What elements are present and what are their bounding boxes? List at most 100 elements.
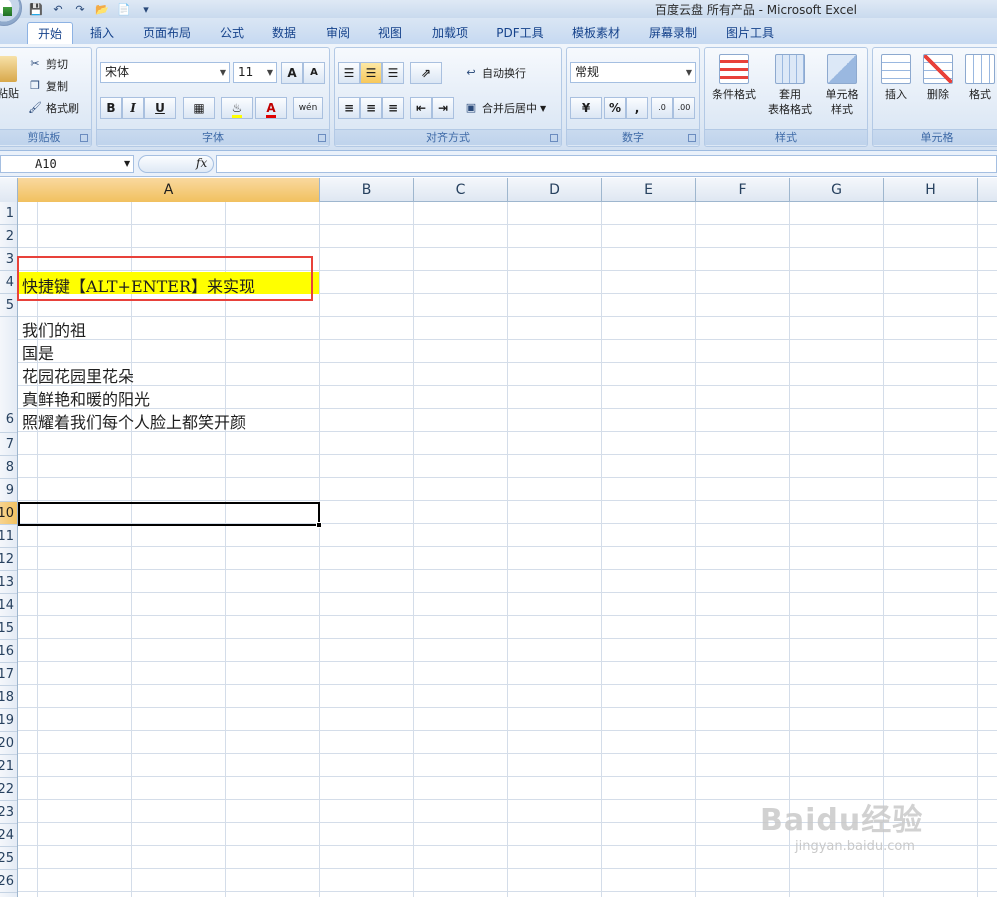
row-header-16[interactable]: 16 [0,640,17,663]
formula-input[interactable] [216,155,997,173]
row-header-17[interactable]: 17 [0,663,17,686]
tab-home[interactable]: 开始 [27,22,73,44]
row-header-18[interactable]: 18 [0,686,17,709]
insert-function-icon[interactable]: fx [196,156,207,170]
bold-button[interactable]: B [100,97,122,119]
row-header-4[interactable]: 4 [0,271,17,294]
row-header-11[interactable]: 11 [0,525,17,548]
row-header-19[interactable]: 19 [0,709,17,732]
font-color-button[interactable]: A [255,97,287,119]
row-header-8[interactable]: 8 [0,456,17,479]
row-header-13[interactable]: 13 [0,571,17,594]
column-header-f[interactable]: F [696,178,790,202]
qat-customize-icon[interactable]: ▾ [138,2,154,16]
percent-button[interactable]: % [604,97,626,119]
row-header-14[interactable]: 14 [0,594,17,617]
row-header-9[interactable]: 9 [0,479,17,502]
row-header-20[interactable]: 20 [0,732,17,755]
row-header-10[interactable]: 10 [0,502,17,525]
row-header-23[interactable]: 23 [0,801,17,824]
number-format-select[interactable]: 常规 ▼ [570,62,696,83]
column-header-d[interactable]: D [508,178,602,202]
increase-decimal-button[interactable]: .0 [651,97,673,119]
tab-insert[interactable]: 插入 [80,22,124,44]
orientation-button[interactable]: ⇗ [410,62,442,84]
column-header-h[interactable]: H [884,178,978,202]
align-bottom-button[interactable]: ☰ [382,62,404,84]
increase-indent-button[interactable]: ⇥ [432,97,454,119]
cut-button[interactable]: ✂ 剪切 [27,56,68,72]
row-header-22[interactable]: 22 [0,778,17,801]
select-all-corner[interactable] [0,178,18,202]
row-header-15[interactable]: 15 [0,617,17,640]
column-header-g[interactable]: G [790,178,884,202]
tab-page-layout[interactable]: 页面布局 [134,22,200,44]
open-folder-icon[interactable]: 📂 [94,2,110,16]
format-as-table-button[interactable]: 套用 表格格式 [763,54,817,117]
conditional-format-button[interactable]: 条件格式 [707,54,761,102]
column-header-b[interactable]: B [320,178,414,202]
clipboard-launcher-icon[interactable] [80,134,88,142]
font-launcher-icon[interactable] [318,134,326,142]
row-header-25[interactable]: 25 [0,847,17,870]
decrease-indent-button[interactable]: ⇤ [410,97,432,119]
cell-a6[interactable]: 我们的祖 国是 花园花园里花朵 真鲜艳和暖的阳光 照耀着我们每个人脸上都笑开颜 [22,319,246,434]
copy-doc-icon[interactable]: 📄 [116,2,132,16]
copy-button[interactable]: ❐ 复制 [27,78,68,94]
cell-area[interactable] [18,202,997,897]
tab-formulas[interactable]: 公式 [210,22,254,44]
wrap-text-button[interactable]: ↩ 自动换行 [463,65,526,81]
tab-screen-record[interactable]: 屏幕录制 [640,22,706,44]
chevron-down-icon[interactable]: ▼ [124,159,130,168]
font-size-select[interactable]: 11 ▼ [233,62,277,83]
cell-styles-button[interactable]: 单元格 样式 [815,54,869,117]
format-painter-button[interactable]: 🖌 格式刷 [27,100,79,116]
row-header-21[interactable]: 21 [0,755,17,778]
redo-icon[interactable]: ↷ [72,2,88,16]
column-header-e[interactable]: E [602,178,696,202]
tab-view[interactable]: 视图 [368,22,412,44]
accounting-format-button[interactable]: ¥ [570,97,602,119]
fill-color-button[interactable]: ♨ [221,97,253,119]
column-header-a[interactable]: A [18,178,320,202]
comma-button[interactable]: , [626,97,648,119]
align-top-button[interactable]: ☰ [338,62,360,84]
number-launcher-icon[interactable] [688,134,696,142]
column-header-c[interactable]: C [414,178,508,202]
tab-review[interactable]: 审阅 [316,22,360,44]
paste-button[interactable]: 粘贴 [0,56,19,101]
italic-button[interactable]: I [122,97,144,119]
underline-button[interactable]: U [144,97,176,119]
format-cells-button[interactable]: 格式 [953,54,997,102]
save-icon[interactable]: 💾 [28,2,44,16]
row-header-5[interactable]: 5 [0,294,17,317]
row-header-7[interactable]: 7 [0,433,17,456]
merge-center-button[interactable]: ▣ 合并后居中 ▼ [463,100,546,116]
row-header-12[interactable]: 12 [0,548,17,571]
align-left-button[interactable]: ≡ [338,97,360,119]
row-header-6[interactable]: 6 [0,317,17,433]
row-header-26[interactable]: 26 [0,870,17,893]
phonetic-button[interactable]: wén [293,97,323,119]
row-header-2[interactable]: 2 [0,225,17,248]
align-right-button[interactable]: ≡ [382,97,404,119]
tab-picture-tools[interactable]: 图片工具 [716,22,784,44]
row-header-1[interactable]: 1 [0,202,17,225]
alignment-launcher-icon[interactable] [550,134,558,142]
row-header-3[interactable]: 3 [0,248,17,271]
fill-handle[interactable] [316,522,322,528]
tab-addins[interactable]: 加载项 [422,22,478,44]
grow-font-button[interactable]: A [281,62,303,84]
shrink-font-button[interactable]: A [303,62,325,84]
tab-data[interactable]: 数据 [262,22,306,44]
undo-icon[interactable]: ↶ [50,2,66,16]
tab-pdf-tools[interactable]: PDF工具 [488,22,552,44]
border-button[interactable]: ▦ [183,97,215,119]
font-name-select[interactable]: 宋体 ▼ [100,62,230,83]
row-header-24[interactable]: 24 [0,824,17,847]
tab-templates[interactable]: 模板素材 [562,22,630,44]
align-middle-button[interactable]: ☰ [360,62,382,84]
name-box[interactable]: A10 [0,155,134,173]
active-cell-a10[interactable] [18,502,320,526]
decrease-decimal-button[interactable]: .00 [673,97,695,119]
